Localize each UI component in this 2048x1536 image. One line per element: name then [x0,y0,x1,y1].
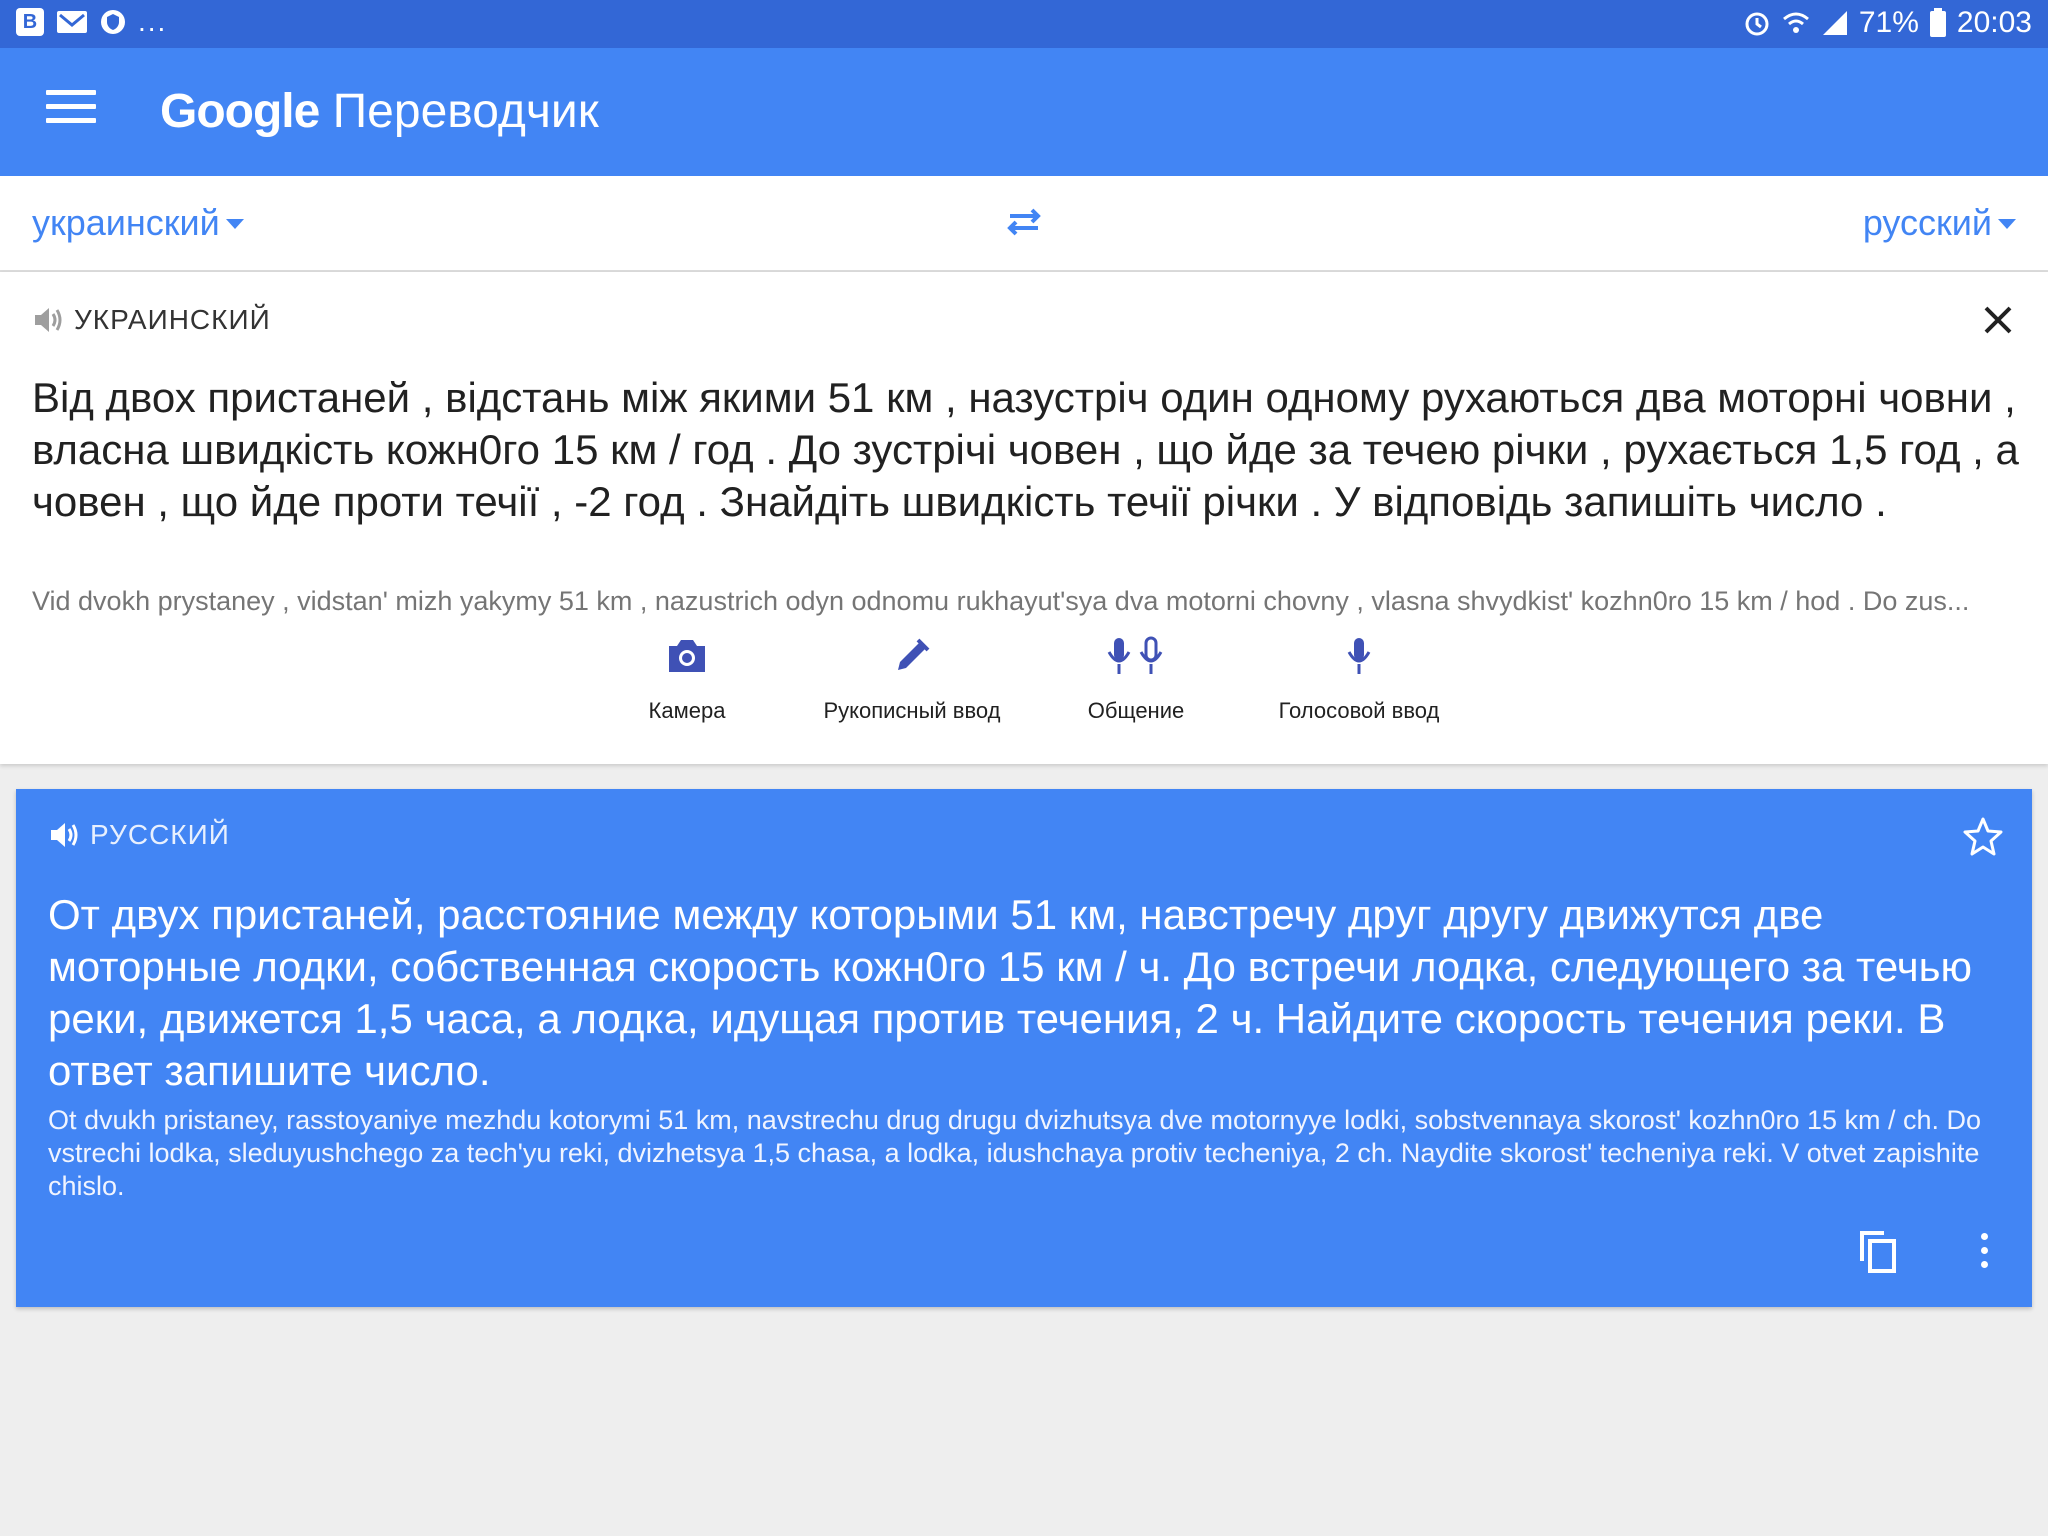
battery-icon [1929,8,1946,37]
shield-icon [101,10,125,34]
source-header: УКРАИНСКИЙ [32,304,271,336]
battery-percent: 71% [1858,6,1919,39]
clock: 20:03 [1956,6,2032,39]
camera-icon [669,640,705,672]
source-language-heading: УКРАИНСКИЙ [74,304,271,335]
save-phrase-button[interactable] [1962,815,2004,857]
swap-languages-button[interactable] [1000,198,1048,246]
status-left-icons: B ... [16,8,167,36]
voice-input-label: Голосовой ввод [1278,698,1440,723]
translation-card[interactable]: РУССКИЙ От двух пристаней, расстояние ме… [16,789,2032,1307]
source-language-label: украинский [32,202,220,243]
close-icon [1984,306,2012,334]
source-language-select[interactable]: украинский [32,202,244,244]
handwriting-button[interactable]: Рукописный ввод [812,632,1012,724]
more-vert-icon [1980,1233,1988,1240]
copy-icon [1860,1231,1896,1273]
voice-input-button[interactable]: Голосовой ввод [1259,632,1459,724]
status-right: 71% 20:03 [1743,6,2032,40]
source-transliteration: Vid dvokh prystaney , vidstanʹ mizh yaky… [32,586,1970,616]
copy-button[interactable] [1854,1227,1902,1275]
handwriting-label: Рукописный ввод [823,698,1001,723]
speaker-icon[interactable] [48,820,80,850]
language-bar: украинский русский [0,176,2048,272]
target-language-label: русский [1862,202,1992,243]
speaker-icon[interactable] [32,305,64,335]
target-header: РУССКИЙ [48,819,230,851]
more-options-button[interactable] [1972,1229,1996,1273]
input-card: УКРАИНСКИЙ Від двох пристаней , відстань… [0,272,2048,764]
signal-icon [1822,11,1847,35]
vk-icon: B [16,8,44,36]
mic-icon [1347,638,1371,674]
mail-icon [57,11,87,33]
source-text-input[interactable]: Від двох пристаней , відстань між якими … [32,372,2022,528]
translation-text: От двух пристаней, расстояние между кото… [48,891,1973,1094]
menu-icon [46,90,96,95]
target-language-select[interactable]: русский [1863,202,2016,244]
star-icon [1963,817,2003,856]
swap-icon [1007,208,1041,236]
menu-button[interactable] [46,90,96,134]
camera-button[interactable]: Камера [587,632,787,724]
camera-label: Камера [648,698,726,723]
chevron-down-icon [225,219,244,229]
target-language-heading: РУССКИЙ [90,819,230,850]
status-bar: B ... 71% 20:03 [0,0,2048,48]
app-bar: Google Переводчик [0,48,2048,176]
clear-input-button[interactable] [1978,300,2018,340]
app-title-product: Переводчик [332,85,599,138]
conversation-mic-icon [1107,636,1163,674]
input-tools: Камера Рукописный ввод Общение Голосовой… [0,632,2048,752]
alarm-icon [1745,12,1769,36]
chevron-down-icon [1998,219,2016,229]
translation-transliteration: Ot dvukh pristaney, rasstoyaniye mezhdu … [48,1105,1982,1201]
pen-icon [898,638,930,670]
wifi-icon [1782,12,1809,33]
conversation-button[interactable]: Общение [1036,632,1236,724]
app-title: Google Переводчик [160,84,599,140]
conversation-label: Общение [1087,698,1185,723]
status-more: ... [138,6,168,37]
app-title-brand: Google [160,85,320,138]
